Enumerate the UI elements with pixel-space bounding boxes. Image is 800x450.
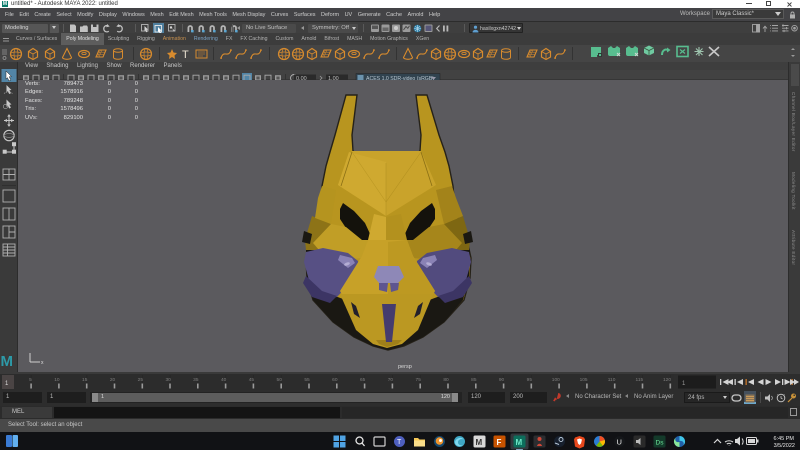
svg-text:120: 120 [663,377,671,383]
svg-text:65: 65 [360,377,366,383]
svg-text:M: M [516,438,523,447]
svg-text:15: 15 [82,377,88,383]
svg-text:115: 115 [636,377,644,383]
svg-text:30: 30 [165,377,171,383]
svg-text:35: 35 [193,377,199,383]
svg-text:T: T [397,439,402,446]
svg-text:10: 10 [54,377,60,383]
svg-text:45: 45 [249,377,255,383]
svg-text:3/5/2022: 3/5/2022 [774,443,795,449]
svg-text:40: 40 [221,377,227,383]
svg-text:M: M [476,438,483,447]
svg-text:95: 95 [527,377,533,383]
svg-text:75: 75 [416,377,422,383]
svg-text:100: 100 [552,377,560,383]
svg-text:x: x [41,360,44,366]
svg-text:20: 20 [110,377,116,383]
svg-text:M: M [1,353,14,370]
svg-text:Ds: Ds [656,440,665,447]
svg-text:105: 105 [580,377,588,383]
svg-text:55: 55 [304,377,310,383]
svg-text:80: 80 [443,377,449,383]
svg-text:6:45 PM: 6:45 PM [774,436,795,442]
svg-text:25: 25 [138,377,144,383]
svg-text:T: T [182,49,189,61]
svg-text:60: 60 [332,377,338,383]
svg-text:70: 70 [388,377,394,383]
svg-text:50: 50 [277,377,283,383]
svg-text:F: F [497,438,502,447]
svg-text:U: U [617,438,622,447]
svg-text:110: 110 [608,377,616,383]
svg-text:5: 5 [29,377,32,383]
svg-text:85: 85 [471,377,477,383]
svg-text:90: 90 [499,377,505,383]
